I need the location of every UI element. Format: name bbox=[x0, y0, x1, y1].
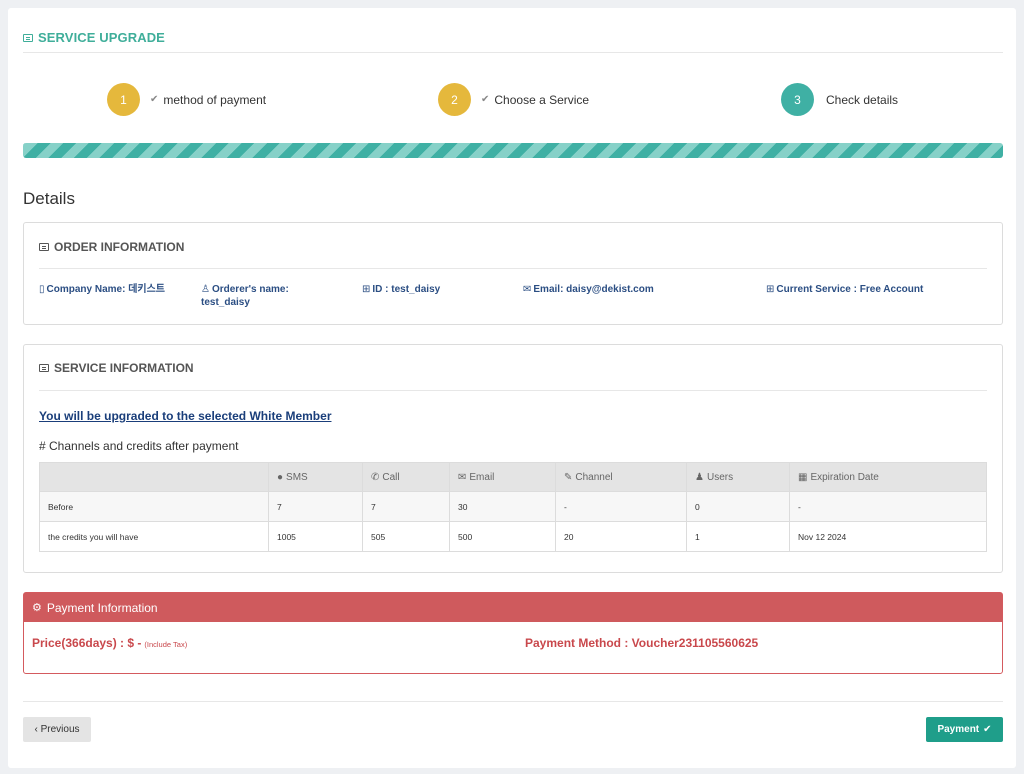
table-cell: 20 bbox=[555, 521, 687, 552]
table-cell: 500 bbox=[449, 521, 556, 552]
check-icon: ✔ bbox=[481, 94, 490, 105]
service-information-title: SERVICE INFORMATION bbox=[39, 361, 194, 375]
service-upgrade-card: SERVICE UPGRADE 1 ✔ method of payment 2 … bbox=[8, 8, 1016, 768]
check-icon: ✔ bbox=[983, 724, 992, 735]
column-header-channel: ✎ Channel bbox=[555, 462, 687, 492]
step-number: 3 bbox=[781, 83, 814, 116]
order-information-panel: ORDER INFORMATION ▯ Company Name: 데키스트 ♙ O… bbox=[23, 222, 1003, 325]
table-cell: - bbox=[555, 491, 687, 522]
column-header-expiration: ▦ Expiration Date bbox=[789, 462, 987, 492]
table-row: Before 7 7 30 - 0 - bbox=[39, 491, 987, 522]
building-icon: ▯ bbox=[39, 284, 45, 295]
table-row: the credits you will have 1005 505 500 2… bbox=[39, 521, 987, 552]
price: Price(366days) : $ - (Include Tax) bbox=[32, 636, 188, 650]
table-header-row: ● SMS ✆ Call ✉ Email ✎ Channel ♟ Users ▦ Expir… bbox=[39, 462, 987, 492]
wizard-progress-bar bbox=[23, 143, 1003, 158]
table-cell: 30 bbox=[449, 491, 556, 522]
phone-icon: ✆ bbox=[371, 471, 380, 483]
table-cell: 0 bbox=[686, 491, 790, 522]
table-cell: 1005 bbox=[268, 521, 363, 552]
envelope-icon: ✉ bbox=[458, 471, 467, 483]
column-header-sms: ● SMS bbox=[268, 462, 363, 492]
table-cell: the credits you will have bbox=[39, 521, 269, 552]
tax-note: (Include Tax) bbox=[144, 640, 188, 649]
table-cell: 7 bbox=[362, 491, 450, 522]
email: ✉ Email: daisy@dekist.com bbox=[523, 284, 654, 295]
step-label: method of payment bbox=[163, 92, 267, 107]
step-number: 2 bbox=[438, 83, 471, 116]
previous-button[interactable]: ‹ Previous bbox=[23, 717, 91, 742]
column-header-call: ✆ Call bbox=[362, 462, 450, 492]
payment-information-panel: ⚙ Payment Information Price(366days) : $… bbox=[23, 592, 1003, 674]
divider bbox=[39, 390, 987, 391]
comment-icon: ● bbox=[277, 471, 284, 483]
user-icon: ♙ bbox=[201, 284, 210, 295]
current-service: ⊞ Current Service : Free Account bbox=[766, 284, 924, 295]
step-payment-method: 1 ✔ method of payment bbox=[107, 83, 266, 116]
step-choose-service: 2 ✔ Choose a Service bbox=[438, 83, 589, 116]
user-icon: ♟ bbox=[695, 471, 704, 483]
gift-icon: ⊞ bbox=[362, 284, 371, 295]
column-header-email: ✉ Email bbox=[449, 462, 556, 492]
table-cell: Before bbox=[39, 491, 269, 522]
company-name: ▯ Company Name: 데키스트 bbox=[39, 284, 166, 295]
cogs-icon: ⚙ bbox=[32, 602, 42, 614]
divider bbox=[23, 52, 1003, 53]
payment-information-header: ⚙ Payment Information bbox=[24, 593, 1002, 622]
table-cell: 7 bbox=[268, 491, 363, 522]
message-icon bbox=[23, 33, 33, 42]
column-header bbox=[39, 462, 269, 492]
calendar-icon: ▦ bbox=[798, 471, 808, 483]
payment-method: Payment Method : Voucher231105560625 bbox=[525, 636, 759, 650]
column-header-users: ♟ Users bbox=[686, 462, 790, 492]
message-icon bbox=[39, 364, 49, 372]
table-cell: Nov 12 2024 bbox=[789, 521, 987, 552]
wrench-icon: ✎ bbox=[564, 471, 573, 483]
table-cell: 505 bbox=[362, 521, 450, 552]
table-cell: - bbox=[789, 491, 987, 522]
details-heading: Details bbox=[23, 189, 75, 208]
channels-note: # Channels and credits after payment bbox=[39, 439, 239, 453]
order-information-title: ORDER INFORMATION bbox=[39, 240, 184, 254]
service-information-panel: SERVICE INFORMATION You will be upgraded… bbox=[23, 344, 1003, 573]
gift-icon: ⊞ bbox=[766, 284, 775, 295]
payment-button[interactable]: Payment ✔ bbox=[926, 717, 1003, 742]
step-label: Choose a Service bbox=[494, 92, 590, 107]
table-cell: 1 bbox=[686, 521, 790, 552]
user-id: ⊞ ID : test_daisy bbox=[362, 284, 441, 295]
divider bbox=[39, 268, 987, 269]
step-check-details: 3 Check details bbox=[781, 83, 898, 116]
credits-table: ● SMS ✆ Call ✉ Email ✎ Channel ♟ Users ▦ Expir… bbox=[39, 462, 987, 552]
page-title: SERVICE UPGRADE bbox=[23, 30, 165, 45]
orderer-name: ♙ Orderer's name: test_daisy bbox=[201, 284, 289, 308]
step-label: Check details bbox=[826, 92, 899, 107]
upgrade-member-link[interactable]: You will be upgraded to the selected Whi… bbox=[39, 409, 331, 423]
divider bbox=[23, 701, 1003, 702]
envelope-icon: ✉ bbox=[523, 284, 532, 295]
message-icon bbox=[39, 243, 49, 251]
check-icon: ✔ bbox=[150, 94, 159, 105]
step-number: 1 bbox=[107, 83, 140, 116]
